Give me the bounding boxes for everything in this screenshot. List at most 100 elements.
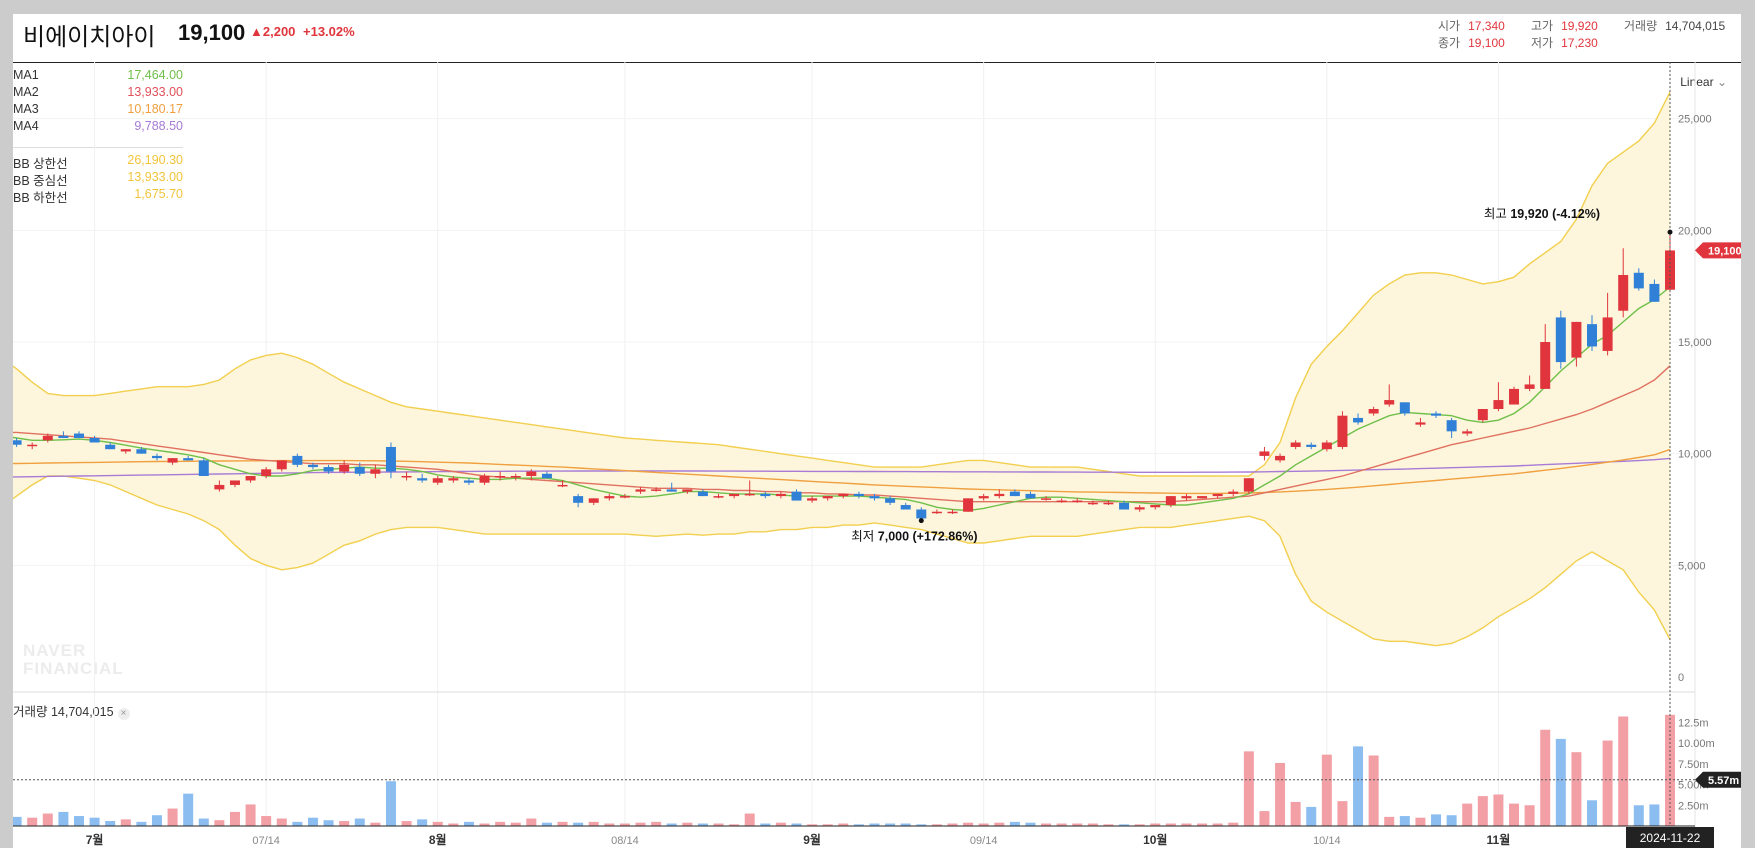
candle-body (151, 455, 162, 459)
candle-body (791, 491, 802, 501)
volume-bar (1337, 801, 1348, 826)
volume-bar (1259, 811, 1270, 826)
candle-body (13, 440, 22, 445)
candle-body (853, 493, 864, 497)
volume-bar (89, 817, 100, 826)
volume-bar (183, 793, 194, 826)
candle-body (885, 498, 896, 503)
volume-bar (1243, 751, 1254, 826)
volume-bar (167, 808, 178, 826)
candle-body (697, 491, 708, 497)
volume-bar (557, 821, 568, 826)
candle-body (1384, 400, 1395, 405)
volume-bar (307, 817, 318, 826)
candle-body (526, 471, 537, 476)
candle-body (807, 498, 818, 501)
candle-body (1446, 420, 1457, 432)
high-marker (1667, 229, 1673, 235)
x-axis-label: 10/14 (1313, 835, 1341, 847)
volume-bar (588, 821, 599, 826)
volume-bar (385, 781, 396, 826)
candle-body (1243, 478, 1254, 492)
high-annotation: 최고 19,920 (-4.12%) (1484, 207, 1600, 221)
candle-body (1571, 321, 1582, 358)
candle-body (994, 493, 1005, 497)
volume-bar (417, 819, 428, 826)
candle-body (729, 493, 740, 497)
candle-body (245, 476, 256, 481)
volume-bar (1618, 716, 1629, 826)
price-axis-label: 25,000 (1678, 114, 1712, 126)
candle-body (354, 467, 365, 474)
candle-body (573, 496, 584, 503)
volume-bar (1399, 816, 1410, 826)
low-annotation: 최저 7,000 (+172.86%) (851, 530, 977, 544)
candle-body (838, 493, 849, 497)
volume-bar (120, 819, 131, 826)
candle-body (1119, 502, 1130, 510)
volume-bar (58, 811, 69, 826)
x-axis-label: 08/14 (611, 835, 639, 847)
volume-bar (261, 816, 272, 826)
volume-bar (339, 821, 350, 826)
volume-bar (13, 816, 22, 826)
x-axis-label: 8월 (429, 832, 447, 847)
candle-body (682, 489, 693, 492)
volume-bar (1446, 815, 1457, 826)
high-prefix: 최고 (1484, 207, 1510, 221)
volume-bar (1509, 803, 1520, 826)
candle-body (1025, 493, 1036, 499)
volume-bar (495, 821, 506, 826)
candle-body (1275, 455, 1286, 461)
candle-body (27, 444, 38, 447)
low-marker (918, 518, 924, 524)
volume-axis-label: 2.50m (1678, 800, 1709, 812)
candle-body (1197, 496, 1208, 499)
candle-body (1368, 409, 1379, 414)
volume-axis-label: 10.00m (1678, 738, 1715, 750)
candle-body (323, 467, 334, 472)
candle-body (635, 489, 646, 492)
volume-bar (1384, 816, 1395, 826)
price-axis-label: 20,000 (1678, 225, 1712, 237)
candle-body (1477, 409, 1488, 421)
candle-body (1524, 384, 1535, 389)
candle-body (276, 460, 287, 470)
candle-body (1212, 493, 1223, 497)
candle-body (401, 476, 412, 478)
volume-bar (401, 821, 412, 826)
candle-body (261, 469, 272, 476)
candle-body (1103, 502, 1114, 505)
candle-body (963, 498, 974, 512)
candle-body (1337, 415, 1348, 447)
volume-bar (651, 821, 662, 826)
candle-body (1072, 500, 1083, 503)
volume-bar (1368, 755, 1379, 826)
candle-body (198, 460, 209, 476)
price-axis-label: 5,000 (1678, 560, 1706, 572)
volume-bar (1415, 817, 1426, 826)
volume-bar (73, 816, 84, 826)
candle-body (229, 480, 240, 485)
candle-body (588, 498, 599, 503)
price-axis-label: 15,000 (1678, 337, 1712, 349)
price-axis-label: 10,000 (1678, 449, 1712, 461)
stock-chart-window: 비에이치아이 19,100 ▲2,200 +13.02% 시가 17,340 고가… (13, 14, 1741, 848)
candle-body (307, 464, 318, 468)
candle-body (463, 480, 474, 483)
current-price-label: 19,100 (1708, 245, 1741, 257)
candle-body (1087, 502, 1098, 505)
volume-bar (354, 818, 365, 826)
candle-body (42, 435, 53, 441)
candle-body (73, 433, 84, 439)
candle-body (760, 493, 771, 497)
candle-body (417, 478, 428, 481)
volume-bar (151, 815, 162, 826)
candle-body (1399, 402, 1410, 414)
candle-body (775, 493, 786, 497)
x-axis-label: 11월 (1487, 832, 1511, 847)
candlestick-chart[interactable]: 25,000 20,000 15,000 10,000 5,000 0 12.5m 10.00… (13, 14, 1741, 848)
volume-bar (27, 817, 38, 826)
candle-body (385, 446, 396, 472)
volume-bar (1649, 804, 1660, 826)
